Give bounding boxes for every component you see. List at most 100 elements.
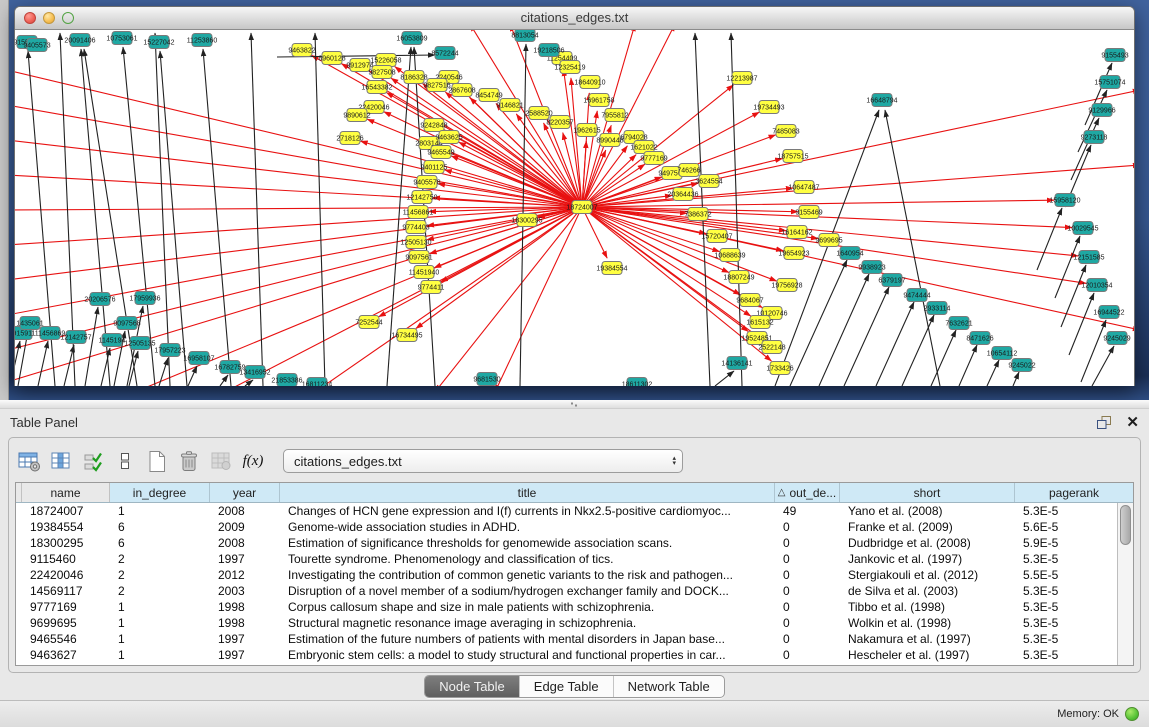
graph-node[interactable]: 9405578	[413, 176, 440, 189]
graph-node[interactable]: 2522148	[758, 341, 785, 354]
graph-node[interactable]: 1733426	[766, 362, 793, 375]
float-panel-icon[interactable]	[1096, 415, 1112, 430]
graph-node[interactable]: 18611302	[622, 378, 653, 387]
graph-node[interactable]: 8454749	[475, 89, 502, 102]
network-window-titlebar[interactable]: citations_edges.txt	[15, 7, 1134, 30]
graph-node[interactable]: 8471626	[966, 332, 993, 345]
select-mode-icon[interactable]	[79, 447, 107, 475]
delete-table-icon[interactable]	[207, 447, 235, 475]
tab-node-table[interactable]: Node Table	[425, 676, 519, 697]
graph-node[interactable]: 21853386	[271, 374, 302, 387]
graph-node[interactable]: 14136141	[721, 357, 752, 370]
table-row[interactable]: 969969511998Structural magnetic resonanc…	[16, 615, 1133, 631]
graph-node[interactable]: 15227042	[143, 36, 174, 49]
graph-node[interactable]: 1435061	[16, 317, 43, 330]
graph-node[interactable]: 9405573	[23, 39, 50, 52]
graph-node[interactable]: 9463822	[288, 44, 315, 57]
row-view-icon[interactable]	[111, 447, 139, 475]
graph-node[interactable]: 15720407	[701, 230, 732, 243]
graph-node[interactable]: 9463625	[435, 131, 462, 144]
graph-node[interactable]: 9681530	[473, 373, 500, 386]
graph-node[interactable]: 10753061	[106, 32, 137, 45]
graph-node[interactable]: 746266	[677, 164, 700, 177]
table-settings-icon[interactable]	[15, 447, 43, 475]
graph-node[interactable]: 9938923	[858, 261, 885, 274]
graph-node[interactable]: 9245022	[1008, 359, 1035, 372]
graph-node[interactable]: 1615132	[746, 316, 773, 329]
graph-node[interactable]: 9146821	[496, 99, 523, 112]
graph-node[interactable]: 3624554	[695, 175, 722, 188]
table-row[interactable]: 1830029562008Estimation of significance …	[16, 535, 1133, 551]
column-header-pagerank[interactable]: pagerank	[1015, 483, 1133, 502]
graph-node[interactable]: 9155469	[795, 206, 822, 219]
graph-node[interactable]: 20091406	[64, 34, 95, 47]
graph-node[interactable]: 15751074	[1094, 76, 1125, 89]
graph-node[interactable]: 9827508	[368, 66, 395, 79]
scrollbar-thumb[interactable]	[1120, 505, 1131, 545]
table-scrollbar[interactable]	[1117, 503, 1133, 665]
table-row[interactable]: 1456911722003Disruption of a novel membe…	[16, 583, 1133, 599]
graph-node[interactable]: 2718126	[336, 132, 363, 145]
graph-node[interactable]: 12010354	[1081, 279, 1112, 292]
graph-node[interactable]: 16734495	[391, 329, 422, 342]
graph-node[interactable]: 12142750	[406, 191, 437, 204]
table-row[interactable]: 911546021997Tourette syndrome. Phenomeno…	[16, 551, 1133, 567]
show-column-icon[interactable]	[47, 447, 75, 475]
graph-node[interactable]: 9890612	[343, 109, 370, 122]
create-table-icon[interactable]	[143, 447, 171, 475]
delete-column-icon[interactable]	[175, 447, 203, 475]
graph-node[interactable]: 9465549	[427, 146, 454, 159]
tab-network-table[interactable]: Network Table	[613, 676, 724, 697]
graph-node[interactable]: 19734493	[753, 101, 784, 114]
graph-node[interactable]: 9242848	[420, 119, 447, 132]
table-row[interactable]: 1872400712008Changes of HCN gene express…	[16, 503, 1133, 519]
close-panel-icon[interactable]: ✕	[1126, 413, 1139, 431]
graph-node[interactable]: 8813054	[511, 30, 538, 42]
column-header-out-degree[interactable]: △out_de...	[775, 483, 840, 502]
graph-node[interactable]: 9699695	[815, 234, 842, 247]
graph-node[interactable]: 9774411	[418, 281, 445, 294]
graph-node[interactable]: 2933114	[924, 302, 951, 315]
table-row[interactable]: 946554611997Estimation of the future num…	[16, 631, 1133, 647]
graph-node[interactable]: 19654923	[778, 247, 809, 260]
graph-node[interactable]: 6379197	[878, 274, 905, 287]
graph-node[interactable]: 9097568	[113, 317, 140, 330]
graph-node[interactable]: 17957223	[154, 344, 185, 357]
graph-node[interactable]: 8572244	[431, 47, 458, 60]
graph-node[interactable]: 1145194	[99, 334, 126, 347]
graph-node[interactable]: 9474444	[903, 289, 930, 302]
graph-node[interactable]: 16944522	[1093, 306, 1124, 319]
column-header-name[interactable]: name	[22, 483, 110, 502]
graph-node[interactable]: 10654112	[987, 347, 1018, 360]
graph-node[interactable]: 10029545	[1067, 222, 1098, 235]
table-row[interactable]: 977716911998Corpus callosum shape and si…	[16, 599, 1133, 615]
graph-node[interactable]: 2588520	[525, 107, 552, 120]
graph-node[interactable]: 7252544	[355, 316, 382, 329]
panel-splitter[interactable]	[0, 400, 1149, 409]
graph-node[interactable]: 7485083	[772, 125, 799, 138]
graph-node[interactable]: 16648794	[866, 94, 897, 107]
table-selector-dropdown[interactable]: citations_edges.txt ▴▾	[283, 449, 683, 473]
graph-node[interactable]: 9097561	[405, 251, 432, 264]
graph-node[interactable]: 9245029	[1103, 332, 1130, 345]
column-header-year[interactable]: year	[210, 483, 280, 502]
graph-node[interactable]: 7632621	[945, 317, 972, 330]
tab-edge-table[interactable]: Edge Table	[519, 676, 613, 697]
graph-node[interactable]: 15958120	[1049, 194, 1080, 207]
graph-node[interactable]: 11253860	[187, 34, 218, 47]
graph-node[interactable]: 7386372	[684, 208, 711, 221]
table-row[interactable]: 2242004622012Investigating the contribut…	[16, 567, 1133, 583]
graph-node[interactable]: 1640954	[836, 247, 863, 260]
graph-node[interactable]: 9684067	[736, 294, 763, 307]
graph-node[interactable]: 19384554	[596, 262, 627, 275]
graph-node[interactable]: 12151585	[1073, 251, 1104, 264]
graph-node[interactable]: 17959936	[129, 292, 160, 305]
graph-node[interactable]: 9777169	[640, 152, 667, 165]
graph-node[interactable]: 8960128	[318, 52, 345, 65]
graph-node[interactable]: 7955812	[601, 109, 628, 122]
graph-node[interactable]: 9401125	[421, 161, 448, 174]
graph-node[interactable]: 1962615	[573, 124, 600, 137]
network-canvas[interactable]: 1872400794638228960128991297415226058982…	[15, 30, 1134, 386]
graph-node[interactable]: 9774403	[402, 221, 429, 234]
graph-node[interactable]: 16053809	[396, 32, 427, 45]
